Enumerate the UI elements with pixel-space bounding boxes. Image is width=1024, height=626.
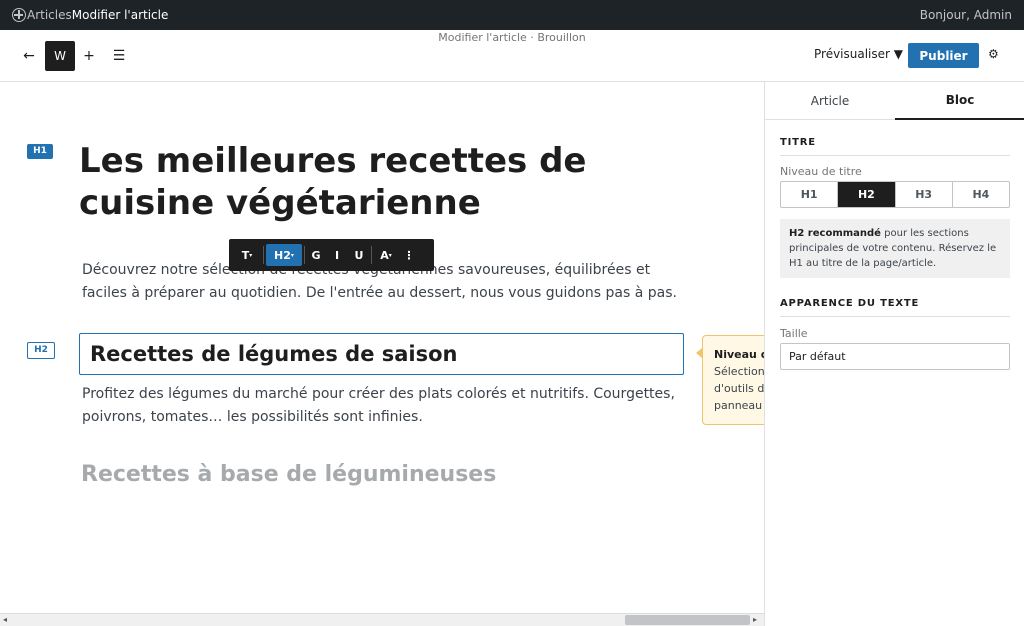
settings-sidebar: Article Bloc TITRE Niveau de titre H1 H2… (764, 82, 1024, 626)
tab-article[interactable]: Article (765, 82, 895, 120)
heading-level-h4[interactable]: H4 (953, 182, 1009, 207)
greeting[interactable]: Bonjour, Admin (920, 8, 1012, 22)
block-toolbar: T ▾ H2 ▾ G I U A ▾ ⋮ (229, 239, 434, 271)
wordpress-logo-icon[interactable] (12, 8, 26, 22)
size-label: Taille (780, 327, 808, 340)
heading-level-selector: H1 H2 H3 H4 (780, 181, 1010, 208)
section-title-appearance: APPARENCE DU TEXTE (780, 298, 920, 309)
tab-block[interactable]: Bloc (895, 82, 1024, 120)
more-options-icon[interactable]: ⋮ (400, 244, 418, 266)
heading-level-button[interactable]: H2 ▾ (266, 244, 302, 266)
preview-button[interactable]: Prévisualiser ▼ (814, 47, 903, 61)
scroll-left-icon[interactable]: ◂ (3, 615, 7, 624)
sidebar-tabs: Article Bloc (765, 82, 1024, 120)
paragraph-block[interactable]: Profitez des légumes du marché pour crée… (82, 383, 692, 429)
bold-button[interactable]: G (305, 244, 327, 266)
gear-icon[interactable]: ⚙ (988, 47, 999, 61)
horizontal-scrollbar[interactable]: ◂ ▸ (0, 613, 764, 626)
h2-heading-block-selected[interactable]: Recettes de légumes de saison (79, 333, 684, 375)
heading-level-h1[interactable]: H1 (781, 182, 839, 207)
heading-level-label: Niveau de titre (780, 165, 862, 178)
site-logo-button[interactable]: W (45, 41, 75, 71)
section-title-heading: TITRE (780, 137, 816, 148)
editor-header: Modifier l'article · Brouillon ← W + ☰ P… (0, 30, 1024, 82)
h2-heading-block[interactable]: Recettes à base de légumineuses (81, 462, 496, 487)
heading-level-h3[interactable]: H3 (896, 182, 953, 207)
scroll-right-icon[interactable]: ▸ (753, 615, 757, 624)
h2-heading-text: Recettes de légumes de saison (90, 342, 458, 366)
scrollbar-thumb[interactable] (625, 615, 750, 625)
admin-bar: Articles Modifier l'article Bonjour, Adm… (0, 0, 1024, 30)
document-title: Modifier l'article · Brouillon (438, 31, 586, 44)
size-select[interactable]: Par défaut (780, 343, 1010, 370)
underline-button[interactable]: U (347, 244, 371, 266)
publish-button[interactable]: Publier (908, 43, 979, 68)
breadcrumb-current: Modifier l'article (71, 8, 169, 22)
heading-recommendation-notice: H2 recommandé pour les sections principa… (780, 219, 1010, 278)
text-color-button[interactable]: A ▾ (372, 244, 400, 266)
list-view-icon[interactable]: ☰ (104, 41, 134, 71)
italic-button[interactable]: I (327, 244, 347, 266)
heading-level-h2[interactable]: H2 (838, 182, 896, 207)
h2-level-badge: H2 (27, 342, 55, 359)
h1-level-badge: H1 (27, 144, 53, 159)
breadcrumb-articles[interactable]: Articles (27, 8, 72, 22)
transform-button[interactable]: T ▾ (231, 244, 263, 266)
add-block-icon[interactable]: + (74, 41, 104, 71)
editor-canvas: H1 Les meilleures recettes de cuisine vé… (0, 82, 782, 613)
h1-heading-block[interactable]: Les meilleures recettes de cuisine végét… (79, 140, 699, 224)
back-arrow-icon[interactable]: ← (14, 41, 44, 71)
